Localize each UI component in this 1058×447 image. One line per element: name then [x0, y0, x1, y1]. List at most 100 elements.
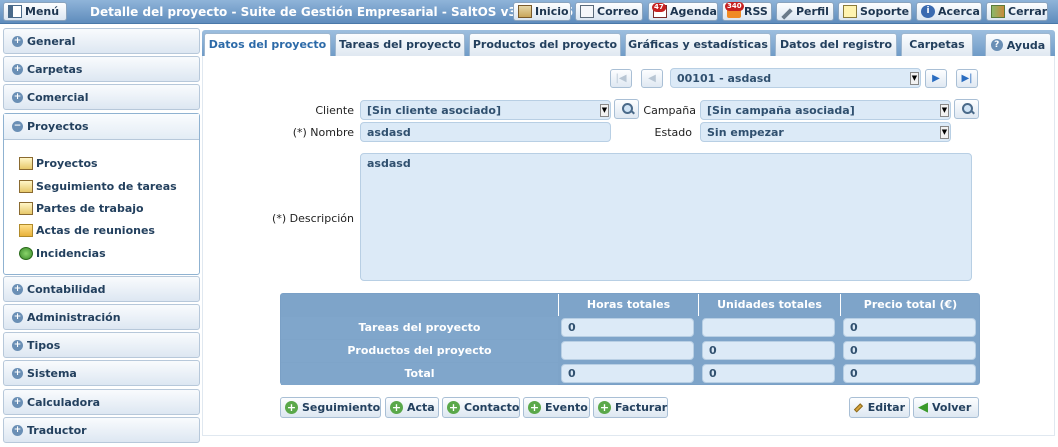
expand-icon: + — [12, 396, 23, 408]
correo-button[interactable]: Correo — [575, 2, 643, 21]
productos-horas-cell — [561, 341, 694, 360]
header-unidades: Unidades totales — [698, 294, 840, 316]
prev-record-button[interactable]: ◀ — [641, 69, 663, 88]
header-horas: Horas totales — [558, 294, 698, 316]
sidebar-section-label: Traductor — [27, 423, 87, 437]
sidebar-item-label: Proyectos — [36, 156, 98, 170]
volver-button[interactable]: ◀ Volver — [913, 397, 979, 418]
sidebar-section-administracion[interactable]: + Administración — [3, 304, 200, 330]
cerrar-label: Cerrar — [1008, 5, 1048, 18]
sidebar-section-calculadora[interactable]: + Calculadora — [3, 389, 200, 415]
evento-button[interactable]: + Evento — [523, 397, 590, 418]
facturar-button[interactable]: + Facturar — [593, 397, 668, 418]
top-bar: Menú Detalle del proyecto - Suite de Ges… — [0, 0, 1058, 24]
tab-carpetas[interactable]: Carpetas — [901, 33, 973, 57]
dropdown-arrow-icon: ▼ — [940, 126, 949, 139]
sidebar-section-label: Calculadora — [27, 395, 101, 409]
sidebar-item-seguimiento[interactable]: Seguimiento de tareas — [19, 177, 177, 195]
bug-icon — [19, 246, 33, 260]
tab-graficas[interactable]: Gráficas y estadísticas — [625, 33, 771, 57]
agenda-badge: 47 — [652, 3, 666, 12]
menu-button[interactable]: Menú — [3, 2, 67, 21]
estado-select[interactable]: Sin empezar ▼ — [700, 122, 951, 142]
soporte-label: Soporte — [860, 5, 910, 18]
sidebar-section-label: Administración — [27, 310, 121, 324]
acta-button[interactable]: + Acta — [385, 397, 439, 418]
sidebar-section-comercial[interactable]: + Comercial — [3, 84, 200, 110]
nombre-label: (*) Nombre — [292, 126, 354, 139]
editar-label: Editar — [867, 401, 905, 414]
inicio-button[interactable]: Inicio — [513, 2, 571, 21]
sidebar-item-label: Seguimiento de tareas — [36, 179, 177, 193]
acta-label: Acta — [407, 401, 435, 414]
record-selector[interactable]: 00101 - asdasd ▼ — [670, 68, 921, 88]
agenda-button[interactable]: 47 Agenda — [648, 2, 718, 21]
seguimiento-button[interactable]: + Seguimiento — [280, 397, 381, 418]
tab-datos-registro[interactable]: Datos del registro — [775, 33, 897, 57]
expand-icon: + — [12, 367, 23, 379]
estado-value: Sin empezar — [707, 126, 784, 139]
campana-label: Campaña — [643, 104, 696, 117]
sidebar-section-header[interactable]: − Proyectos — [4, 114, 199, 140]
sidebar-section-label: Proyectos — [27, 120, 89, 133]
soporte-button[interactable]: Soporte — [838, 2, 912, 21]
editar-button[interactable]: Editar — [849, 397, 910, 418]
correo-label: Correo — [597, 5, 639, 18]
sidebar-section-traductor[interactable]: + Traductor — [3, 417, 200, 443]
inicio-label: Inicio — [535, 5, 569, 18]
nombre-input[interactable]: asdasd — [360, 122, 611, 142]
project-icon — [19, 156, 33, 170]
tab-tareas-proyecto[interactable]: Tareas del proyecto — [335, 33, 465, 57]
header-precio: Precio total (€) — [840, 294, 980, 316]
sidebar-section-tipos[interactable]: + Tipos — [3, 332, 200, 358]
sidebar-section-label: Sistema — [27, 366, 77, 380]
acerca-label: Acerca — [938, 5, 980, 18]
edit-icon — [843, 5, 857, 18]
next-record-button[interactable]: ▶ — [925, 69, 947, 88]
dropdown-arrow-icon: ▼ — [940, 104, 949, 117]
seguimiento-label: Seguimiento — [302, 401, 381, 414]
tab-datos-proyecto[interactable]: Datos del proyecto — [204, 33, 331, 57]
expand-icon: + — [12, 311, 23, 323]
first-record-button[interactable]: |◀ — [610, 69, 632, 88]
expand-icon: + — [12, 63, 23, 75]
rss-button[interactable]: 340 RSS — [722, 2, 772, 21]
cerrar-button[interactable]: Cerrar — [986, 2, 1048, 21]
add-icon: + — [528, 401, 541, 414]
tareas-horas-cell: 0 — [561, 318, 694, 337]
main-content: |◀ ◀ 00101 - asdasd ▼ ▶ ▶| Cliente [Sin … — [202, 56, 1055, 436]
menu-icon — [8, 5, 22, 18]
acerca-button[interactable]: i Acerca — [916, 2, 982, 21]
sidebar-item-proyectos[interactable]: Proyectos — [19, 154, 98, 172]
perfil-button[interactable]: Perfil — [776, 2, 834, 21]
descripcion-label: (*) Descripción — [272, 212, 354, 225]
pencil-icon — [853, 402, 863, 413]
row-productos-label: Productos del proyecto — [281, 340, 558, 362]
sidebar-section-sistema[interactable]: + Sistema — [3, 360, 200, 386]
sidebar-section-contabilidad[interactable]: + Contabilidad — [3, 276, 200, 302]
descripcion-textarea[interactable]: asdasd — [360, 153, 972, 281]
sidebar-section-general[interactable]: + General — [3, 28, 200, 54]
tareas-unidades-cell — [702, 318, 835, 337]
sidebar-item-partes[interactable]: Partes de trabajo — [19, 199, 144, 217]
total-horas-cell: 0 — [561, 364, 694, 383]
tab-ayuda[interactable]: ? Ayuda — [985, 33, 1051, 57]
exit-icon — [991, 5, 1005, 18]
sidebar-item-actas[interactable]: Actas de reuniones — [19, 221, 155, 239]
campana-select[interactable]: [Sin campaña asociada] ▼ — [700, 100, 951, 120]
sidebar-section-label: Contabilidad — [27, 282, 106, 296]
contacto-button[interactable]: + Contacto — [442, 397, 520, 418]
last-record-button[interactable]: ▶| — [956, 69, 978, 88]
record-selector-value: 00101 - asdasd — [677, 72, 772, 85]
tab-productos-proyecto[interactable]: Productos del proyecto — [469, 33, 621, 57]
cliente-value: [Sin cliente asociado] — [367, 104, 501, 117]
worklog-icon — [19, 201, 33, 215]
add-icon: + — [447, 401, 460, 414]
sidebar-item-incidencias[interactable]: Incidencias — [19, 244, 106, 262]
campana-search-icon[interactable] — [954, 99, 979, 119]
cliente-select[interactable]: [Sin cliente asociado] ▼ — [360, 100, 611, 120]
tareas-precio-cell: 0 — [843, 318, 976, 337]
sidebar-section-carpetas[interactable]: + Carpetas — [3, 56, 200, 82]
campana-value: [Sin campaña asociada] — [707, 104, 855, 117]
row-tareas-label: Tareas del proyecto — [281, 317, 558, 339]
